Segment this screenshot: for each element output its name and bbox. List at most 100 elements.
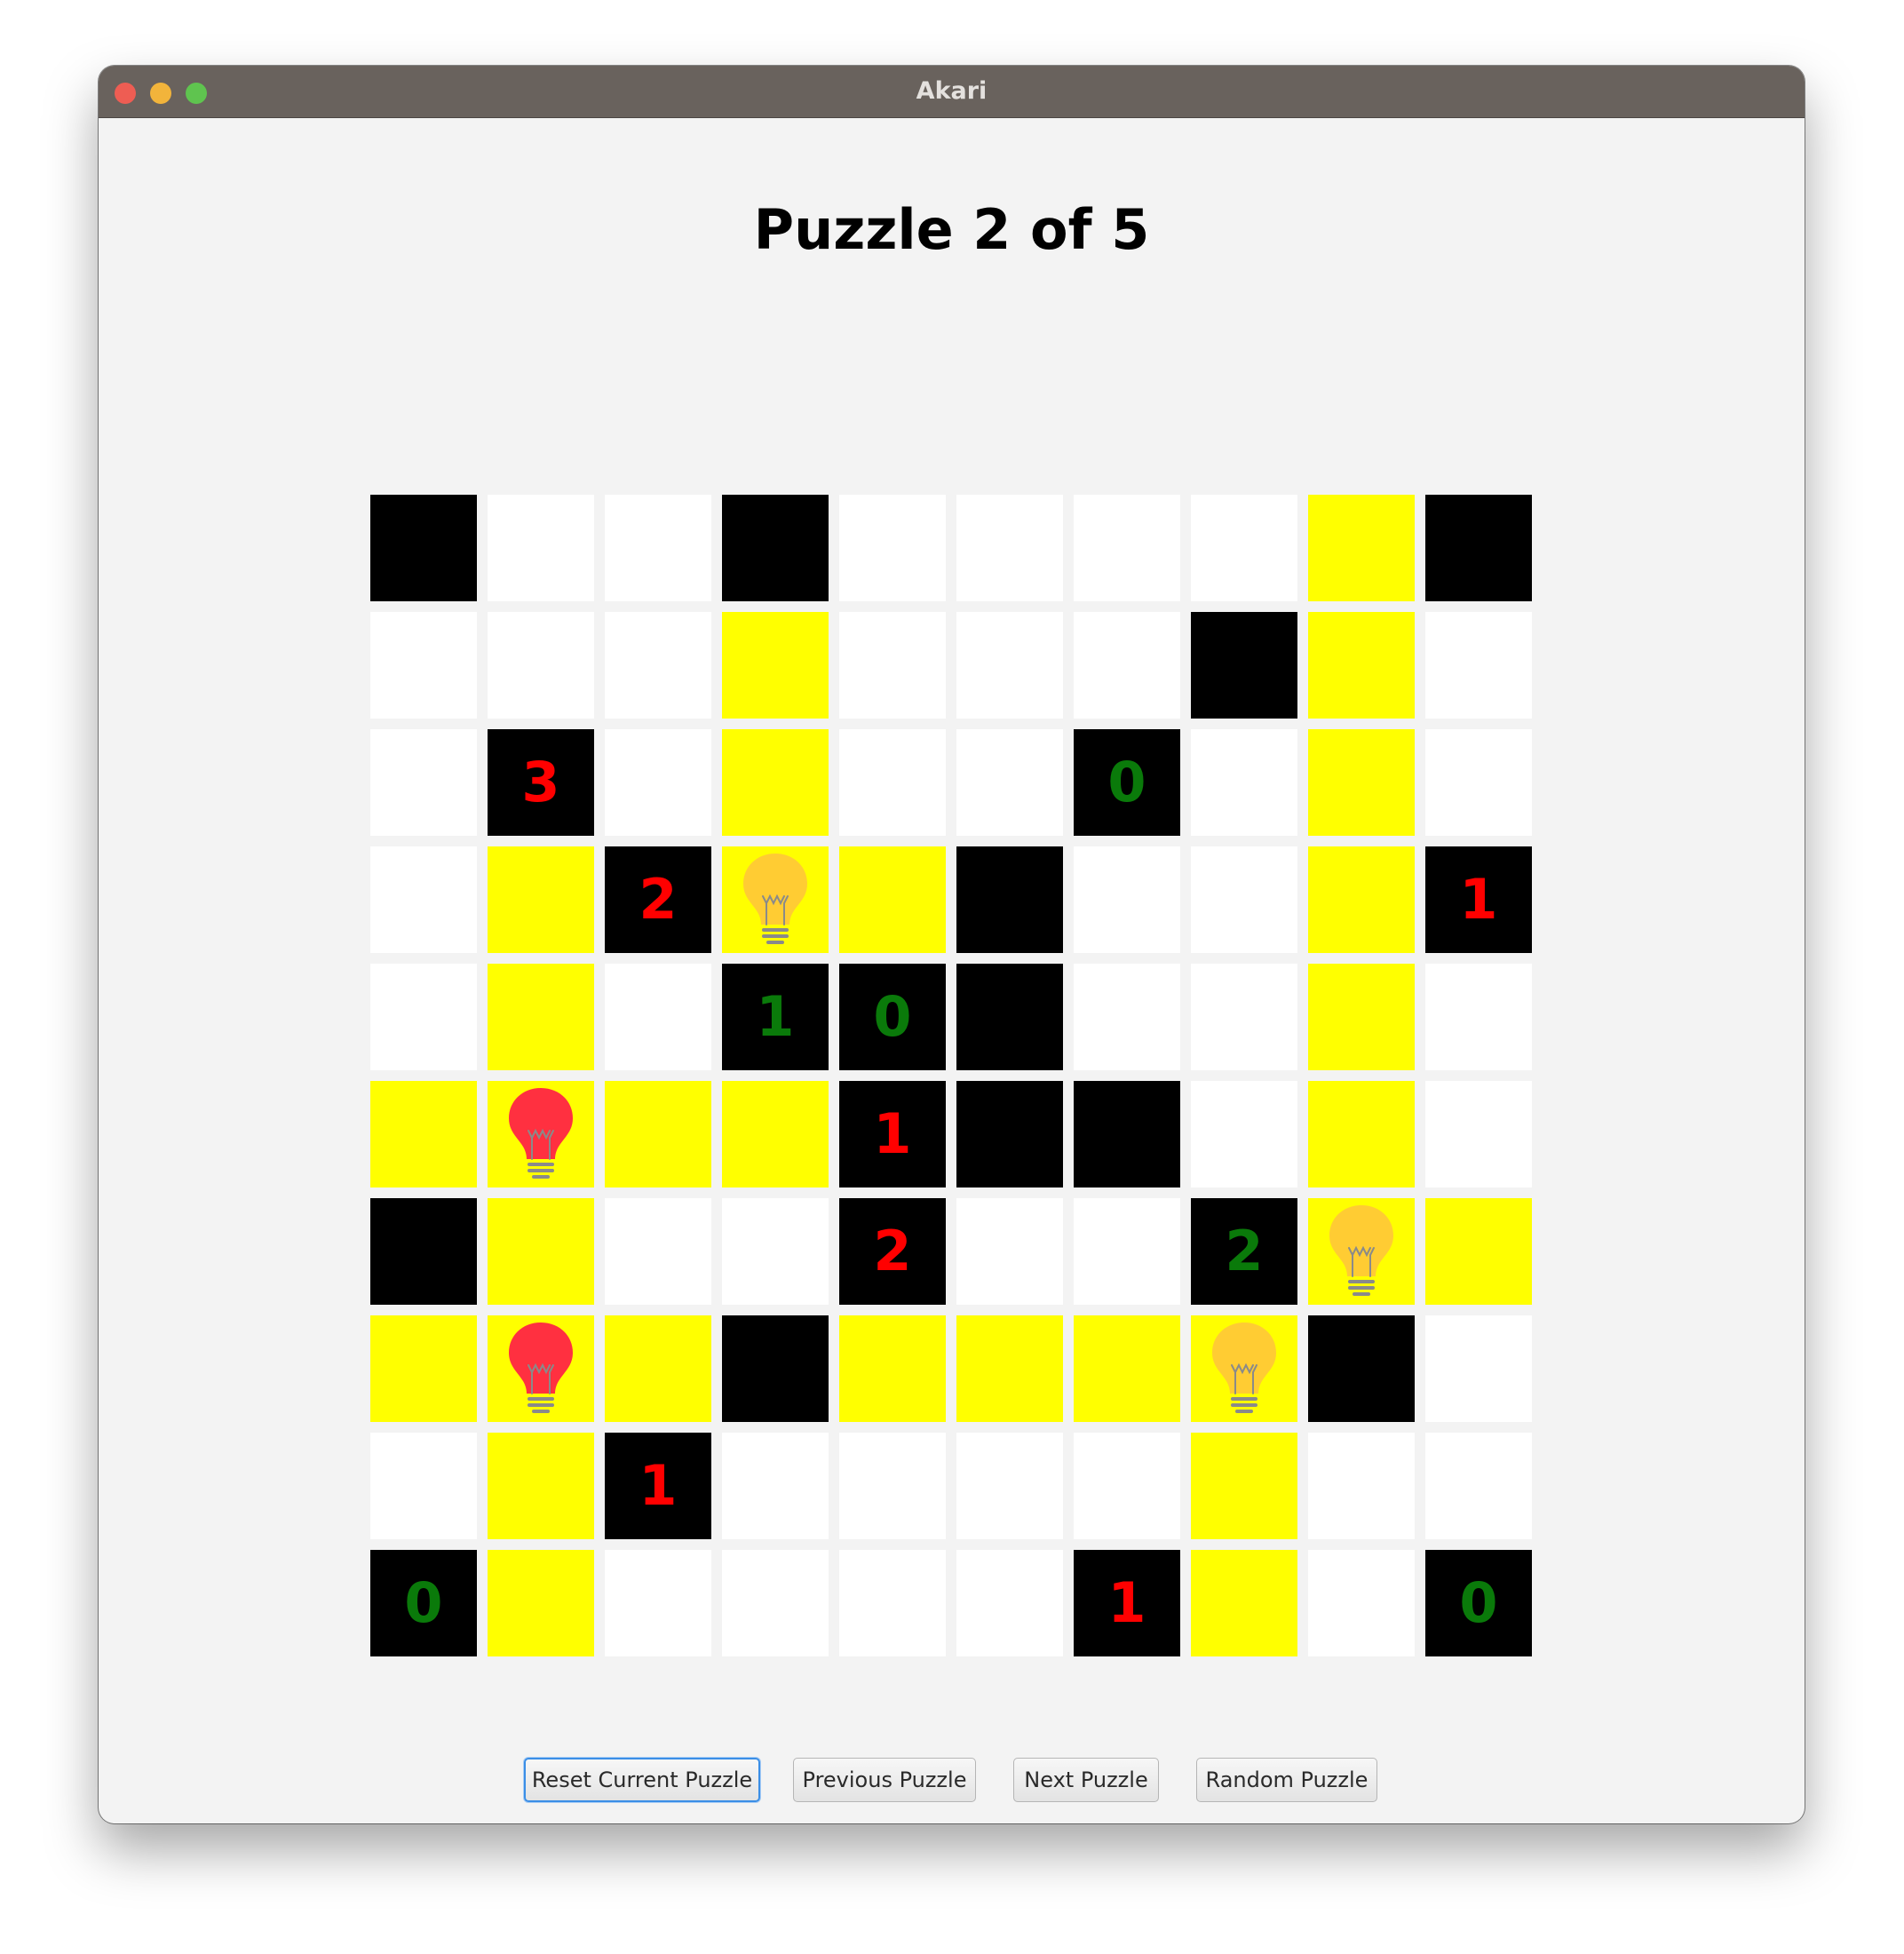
clue-number: 2: [873, 1219, 912, 1283]
lightbulb-icon: [509, 1088, 573, 1179]
clue-number: 1: [639, 1453, 678, 1518]
lit-corridor-cell[interactable]: [1191, 1550, 1297, 1656]
corridor-cell[interactable]: [605, 1550, 711, 1656]
corridor-cell[interactable]: [1425, 1315, 1532, 1422]
corridor-cell[interactable]: [605, 612, 711, 719]
lit-corridor-cell[interactable]: [488, 1550, 594, 1656]
corridor-cell[interactable]: [605, 495, 711, 601]
corridor-cell[interactable]: [956, 729, 1063, 836]
lit-corridor-cell[interactable]: [1308, 729, 1415, 836]
lit-corridor-cell[interactable]: [605, 1315, 711, 1422]
clue-number: 1: [873, 1101, 912, 1166]
random-puzzle-button[interactable]: Random Puzzle: [1196, 1758, 1377, 1802]
lit-corridor-cell[interactable]: [1308, 846, 1415, 953]
corridor-cell[interactable]: [1191, 1081, 1297, 1187]
clue-number: 2: [639, 867, 678, 932]
corridor-cell[interactable]: [839, 1550, 946, 1656]
corridor-cell[interactable]: [956, 1198, 1063, 1305]
corridor-cell[interactable]: [605, 729, 711, 836]
lit-corridor-cell[interactable]: [1308, 1081, 1415, 1187]
lit-corridor-cell[interactable]: [956, 1315, 1063, 1422]
clue-cell: 0: [370, 1550, 477, 1656]
lit-corridor-cell[interactable]: [722, 1081, 829, 1187]
lit-corridor-cell[interactable]: [722, 729, 829, 836]
corridor-cell[interactable]: [370, 964, 477, 1070]
lit-corridor-cell[interactable]: [488, 846, 594, 953]
corridor-cell[interactable]: [839, 612, 946, 719]
corridor-cell[interactable]: [1308, 1550, 1415, 1656]
clue-cell: 0: [1074, 729, 1180, 836]
next-puzzle-button[interactable]: Next Puzzle: [1013, 1758, 1159, 1802]
wall-cell: [956, 1081, 1063, 1187]
lit-corridor-cell[interactable]: [488, 964, 594, 1070]
lit-corridor-cell[interactable]: [1308, 612, 1415, 719]
previous-puzzle-button[interactable]: Previous Puzzle: [793, 1758, 976, 1802]
corridor-cell[interactable]: [839, 729, 946, 836]
corridor-cell[interactable]: [1191, 964, 1297, 1070]
corridor-cell[interactable]: [956, 495, 1063, 601]
corridor-cell[interactable]: [1425, 729, 1532, 836]
corridor-cell[interactable]: [1425, 612, 1532, 719]
corridor-cell[interactable]: [1425, 964, 1532, 1070]
corridor-cell[interactable]: [1074, 495, 1180, 601]
corridor-cell[interactable]: [839, 1433, 946, 1539]
lit-corridor-cell[interactable]: [605, 1081, 711, 1187]
corridor-cell[interactable]: [370, 846, 477, 953]
clue-number: 0: [1107, 750, 1146, 814]
lit-corridor-cell[interactable]: [839, 846, 946, 953]
corridor-cell[interactable]: [1074, 964, 1180, 1070]
corridor-cell[interactable]: [722, 1198, 829, 1305]
lamp-cell[interactable]: [722, 846, 829, 953]
clue-cell: 1: [605, 1433, 711, 1539]
lit-corridor-cell[interactable]: [488, 1433, 594, 1539]
corridor-cell[interactable]: [722, 1550, 829, 1656]
lit-corridor-cell[interactable]: [1308, 495, 1415, 601]
corridor-cell[interactable]: [956, 1433, 1063, 1539]
corridor-cell[interactable]: [370, 612, 477, 719]
reset-puzzle-button[interactable]: Reset Current Puzzle: [524, 1758, 760, 1802]
lamp-cell-conflict[interactable]: [488, 1315, 594, 1422]
corridor-cell[interactable]: [1191, 729, 1297, 836]
clue-cell: 1: [722, 964, 829, 1070]
corridor-cell[interactable]: [956, 1550, 1063, 1656]
wall-cell: [370, 1198, 477, 1305]
corridor-cell[interactable]: [488, 612, 594, 719]
lit-corridor-cell[interactable]: [1425, 1198, 1532, 1305]
corridor-cell[interactable]: [1074, 1198, 1180, 1305]
lit-corridor-cell[interactable]: [488, 1198, 594, 1305]
lit-corridor-cell[interactable]: [370, 1315, 477, 1422]
lit-corridor-cell[interactable]: [722, 612, 829, 719]
lit-corridor-cell[interactable]: [370, 1081, 477, 1187]
corridor-cell[interactable]: [1074, 612, 1180, 719]
corridor-cell[interactable]: [370, 729, 477, 836]
corridor-cell[interactable]: [1191, 846, 1297, 953]
lightbulb-icon: [509, 1323, 573, 1413]
wall-cell: [370, 495, 477, 601]
lightbulb-icon: [1329, 1205, 1393, 1296]
window-title: Akari: [916, 77, 988, 105]
wall-cell: [1074, 1081, 1180, 1187]
corridor-cell[interactable]: [839, 495, 946, 601]
clue-number: 1: [1107, 1570, 1146, 1635]
corridor-cell[interactable]: [370, 1433, 477, 1539]
corridor-cell[interactable]: [722, 1433, 829, 1539]
corridor-cell[interactable]: [1425, 1433, 1532, 1539]
lit-corridor-cell[interactable]: [839, 1315, 946, 1422]
corridor-cell[interactable]: [1191, 495, 1297, 601]
clue-cell: 2: [605, 846, 711, 953]
lit-corridor-cell[interactable]: [1308, 964, 1415, 1070]
corridor-cell[interactable]: [1308, 1433, 1415, 1539]
corridor-cell[interactable]: [956, 612, 1063, 719]
lamp-cell[interactable]: [1308, 1198, 1415, 1305]
lit-corridor-cell[interactable]: [1191, 1433, 1297, 1539]
lamp-cell-conflict[interactable]: [488, 1081, 594, 1187]
lamp-cell[interactable]: [1191, 1315, 1297, 1422]
lit-corridor-cell[interactable]: [1074, 1315, 1180, 1422]
corridor-cell[interactable]: [1074, 846, 1180, 953]
wall-cell: [1308, 1315, 1415, 1422]
corridor-cell[interactable]: [1425, 1081, 1532, 1187]
corridor-cell[interactable]: [605, 1198, 711, 1305]
corridor-cell[interactable]: [1074, 1433, 1180, 1539]
corridor-cell[interactable]: [605, 964, 711, 1070]
corridor-cell[interactable]: [488, 495, 594, 601]
